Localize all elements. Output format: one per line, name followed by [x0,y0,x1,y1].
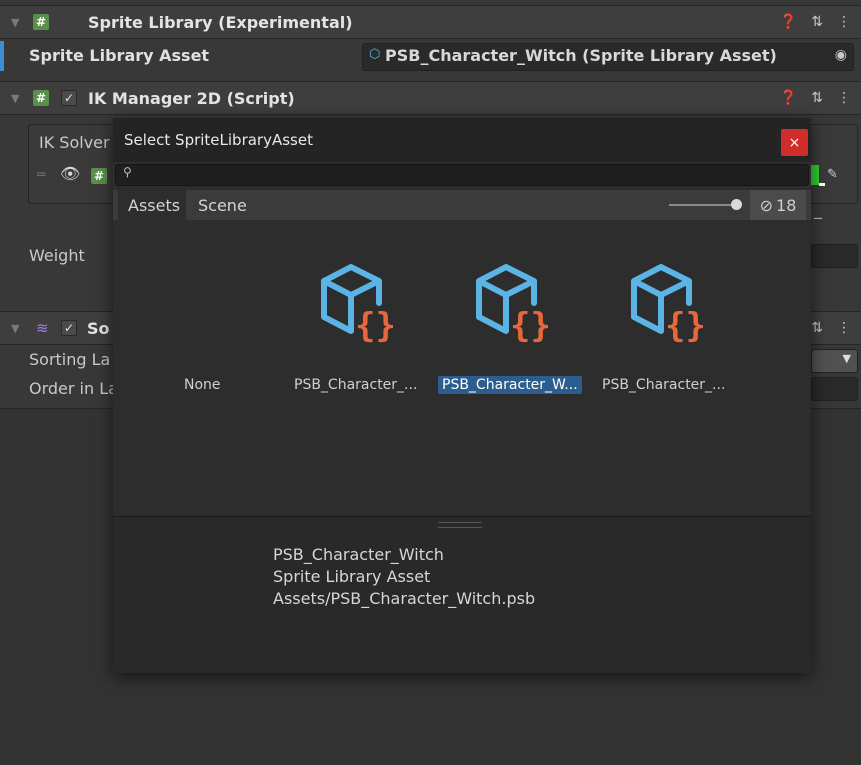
zoom-slider-track[interactable] [669,204,735,206]
header-icons: ⇅ ⋮ [811,320,851,336]
more-menu-icon[interactable]: ⋮ [837,320,851,336]
eyedropper-icon[interactable]: ✎ [827,167,838,182]
svg-text:{}: {} [665,306,703,343]
header-icons: ❓ ⇅ ⋮ [780,90,851,106]
modified-indicator [0,41,4,71]
sprite-library-asset-icon[interactable]: {} [319,263,393,343]
foldout-arrow-icon[interactable]: ▼ [11,16,19,29]
visibility-eye-icon[interactable]: 👁 [60,164,80,183]
help-icon[interactable]: ❓ [780,14,797,30]
enabled-checkbox[interactable]: ✓ [61,320,77,336]
weight-label: Weight [29,246,85,265]
object-picker-dialog: Select SpriteLibraryAsset × ⚲ Assets Sce… [113,118,811,673]
preset-icon[interactable]: ⇅ [811,14,823,30]
more-menu-icon[interactable]: ⋮ [837,90,851,106]
sprite-library-asset-field[interactable]: ⬡ PSB_Character_Witch (Sprite Library As… [362,43,854,71]
sprite-library-asset-icon[interactable]: {} [629,263,703,343]
component-title: IK Manager 2D (Script) [88,88,295,108]
sorting-layer-dropdown[interactable]: ▼ [811,349,858,373]
object-picker-icon[interactable]: ◉ [835,47,847,63]
color-alpha-bar [819,183,825,186]
help-icon[interactable]: ❓ [780,90,797,106]
preview-asset-name: PSB_Character_Witch [273,545,444,564]
dialog-title: Select SpriteLibraryAsset [124,131,313,149]
grid-item-label[interactable]: PSB_Character_... [598,376,729,394]
hidden-count: 18 [776,195,797,215]
drag-handle-icon[interactable]: ═ [37,167,45,183]
show-hidden-toggle[interactable]: ⊘ 18 [750,190,806,220]
script-icon: # [33,14,49,30]
foldout-arrow-icon[interactable]: ▼ [11,92,19,105]
grid-item-label-selected[interactable]: PSB_Character_W... [438,376,582,394]
ik-manager-header[interactable]: ▼ # ✓ IK Manager 2D (Script) ❓ ⇅ ⋮ [0,81,861,115]
component-title: So [87,318,110,338]
preset-icon[interactable]: ⇅ [811,90,823,106]
asset-grid [113,220,811,516]
order-in-layer-field[interactable] [811,377,858,401]
color-swatch[interactable] [811,165,819,185]
foldout-arrow-icon[interactable]: ▼ [11,322,19,335]
more-menu-icon[interactable]: ⋮ [837,14,851,30]
order-in-layer-label: Order in La [29,379,118,398]
script-icon: # [91,168,107,184]
remove-item-icon[interactable]: _ [814,200,822,219]
search-icon: ⚲ [123,165,132,179]
svg-text:{}: {} [510,306,548,343]
splitter-grip-icon[interactable] [438,522,482,528]
enabled-checkbox[interactable]: ✓ [61,90,77,106]
preview-asset-path: Assets/PSB_Character_Witch.psb [273,589,536,608]
grid-item-label[interactable]: PSB_Character_... [290,376,421,394]
tab-bar: Assets Scene ⊘ 18 [113,190,811,220]
sorting-layer-label: Sorting La [29,350,111,369]
grid-item-label[interactable]: None [180,376,225,394]
preview-asset-type: Sprite Library Asset [273,567,431,586]
zoom-slider-handle[interactable] [731,199,742,210]
sprite-library-asset-label: Sprite Library Asset [29,46,210,65]
tab-scene[interactable]: Scene [198,196,247,215]
asset-icon: ⬡ [369,47,381,62]
component-title: Sprite Library (Experimental) [88,12,353,32]
sprite-library-asset-icon[interactable]: {} [474,263,548,343]
weight-field[interactable] [811,244,858,268]
close-button[interactable]: × [781,129,808,156]
header-icons: ❓ ⇅ ⋮ [780,14,851,30]
script-icon: # [33,90,49,106]
tab-assets[interactable]: Assets [128,196,180,215]
sorting-group-icon: ≋ [36,319,49,337]
chevron-down-icon: ▼ [842,352,851,365]
sprite-library-header[interactable]: ▼ # Sprite Library (Experimental) ❓ ⇅ ⋮ [0,5,861,39]
svg-text:{}: {} [355,306,393,343]
ik-solver-label: IK Solver [39,133,110,152]
dialog-titlebar[interactable]: Select SpriteLibraryAsset × [113,118,811,162]
preset-icon[interactable]: ⇅ [811,320,823,336]
eye-slash-icon: ⊘ [759,195,774,215]
asset-field-value: PSB_Character_Witch (Sprite Library Asse… [385,46,777,65]
search-input[interactable]: ⚲ [115,164,809,186]
